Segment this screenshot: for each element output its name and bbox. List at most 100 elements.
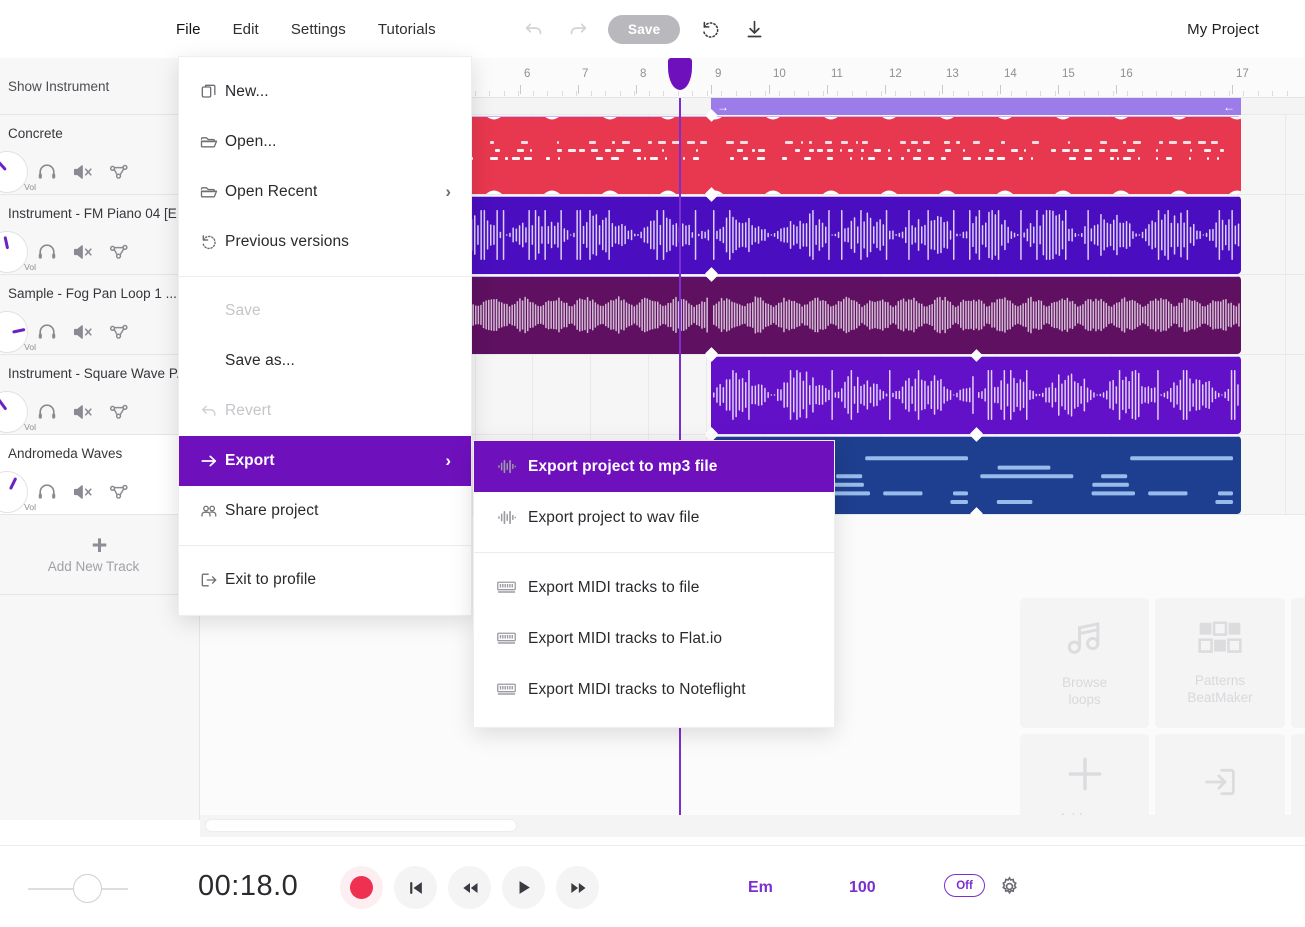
quick-action-add-new-track[interactable]: Add newtrack <box>1020 734 1149 821</box>
export-menu-item-export-project-to-mp3-file[interactable]: Export project to mp3 file <box>474 441 834 492</box>
ruler-tick-minor <box>1229 91 1230 96</box>
file-menu-item-share-project[interactable]: Share project <box>179 486 471 536</box>
ruler-tick-minor <box>1011 91 1012 96</box>
track-header-row[interactable]: Concrete Vol <box>0 115 199 195</box>
key-signature-display[interactable]: Em <box>748 879 773 897</box>
timeline-clip[interactable] <box>711 276 1241 354</box>
file-menu-item-open-recent[interactable]: Open Recent › <box>179 167 471 217</box>
clip-top-highlight <box>711 276 1241 277</box>
fx-chain-icon[interactable] <box>102 315 136 349</box>
export-menu-item-export-midi-tracks-to-noteflight[interactable]: Export MIDI tracks to Noteflight <box>474 664 834 715</box>
fx-chain-icon[interactable] <box>102 395 136 429</box>
file-menu-item-exit-to-profile[interactable]: Exit to profile <box>179 555 471 605</box>
quick-action-play-the-synth[interactable]: Play thesynth <box>1291 598 1305 728</box>
export-submenu[interactable]: Export project to mp3 file Export projec… <box>473 440 835 728</box>
export-menu-item-export-project-to-wav-file[interactable]: Export project to wav file <box>474 492 834 543</box>
mute-icon[interactable] <box>66 395 100 429</box>
quick-action-browse-loops[interactable]: Browseloops <box>1020 598 1149 728</box>
loop-start-arrow[interactable]: → <box>711 101 735 113</box>
track-header-row[interactable]: Instrument - FM Piano 04 [E... Vol <box>0 195 199 275</box>
import-arrow-icon <box>1200 762 1240 807</box>
volume-knob-indicator <box>0 398 7 410</box>
volume-knob[interactable]: Vol <box>0 151 28 193</box>
file-menu-item-save[interactable]: Save <box>179 286 471 336</box>
menubar-item-file[interactable]: File <box>160 0 217 58</box>
mute-icon[interactable] <box>66 235 100 269</box>
save-button[interactable]: Save <box>608 15 680 44</box>
skip-to-start-button[interactable] <box>394 866 437 909</box>
file-menu-item-open[interactable]: Open... <box>179 117 471 167</box>
file-menu[interactable]: New... Open... Open Recent › Previous ve… <box>178 56 472 616</box>
horizontal-scrollbar[interactable] <box>200 815 1305 837</box>
file-menu-item-save-as[interactable]: Save as... <box>179 336 471 386</box>
redo-icon[interactable] <box>564 15 592 43</box>
quick-action-import-file[interactable]: Import file <box>1155 734 1284 821</box>
track-header-row[interactable]: Andromeda Waves Vol <box>0 435 199 515</box>
metronome-toggle[interactable]: Off <box>944 874 985 897</box>
file-menu-item-label: Export <box>225 452 275 470</box>
gear-icon[interactable] <box>998 875 1022 899</box>
ruler-tick-minor <box>1243 91 1244 96</box>
clip-waveform <box>711 196 1241 274</box>
undo-icon[interactable] <box>520 15 548 43</box>
record-button[interactable] <box>340 866 383 909</box>
ruler-tick-minor <box>823 91 824 96</box>
export-menu-item-export-midi-tracks-to-flat-io[interactable]: Export MIDI tracks to Flat.io <box>474 613 834 664</box>
menubar-item-edit[interactable]: Edit <box>217 0 275 58</box>
project-title[interactable]: My Project <box>1187 0 1259 58</box>
ruler-tick-minor <box>707 91 708 96</box>
timeline-clip[interactable] <box>976 356 1241 434</box>
volume-knob[interactable]: Vol <box>0 311 28 353</box>
timeline-clip[interactable] <box>711 116 1241 194</box>
rewind-button[interactable] <box>448 866 491 909</box>
clip-top-highlight <box>711 196 1241 197</box>
ruler-tick-minor <box>1142 91 1143 96</box>
bpm-display[interactable]: 100 <box>849 879 876 897</box>
mute-icon[interactable] <box>66 475 100 509</box>
fx-chain-icon[interactable] <box>102 155 136 189</box>
timecode-display[interactable]: 00:18.0 <box>198 870 298 903</box>
loop-end-arrow[interactable]: ← <box>1217 101 1241 113</box>
menu-separator <box>179 276 471 277</box>
revert-history-icon[interactable] <box>696 15 724 43</box>
menubar-item-settings[interactable]: Settings <box>275 0 362 58</box>
fx-chain-icon[interactable] <box>102 475 136 509</box>
mute-icon[interactable] <box>66 155 100 189</box>
quick-action-patterns-beatmaker[interactable]: PatternsBeatMaker <box>1155 598 1284 728</box>
track-header-row[interactable]: Instrument - Square Wave P... Vol <box>0 355 199 435</box>
volume-knob[interactable]: Vol <box>0 231 28 273</box>
ruler-tick-major <box>1232 85 1233 94</box>
file-menu-item-revert[interactable]: Revert <box>179 386 471 436</box>
revert-icon <box>199 401 225 421</box>
timeline-gridline <box>1285 275 1286 354</box>
volume-knob[interactable]: Vol <box>0 391 28 433</box>
file-menu-item-label: Share project <box>225 502 319 520</box>
clip-waveform <box>976 436 1241 514</box>
ruler-tick-minor <box>620 91 621 96</box>
mute-icon[interactable] <box>66 315 100 349</box>
timeline-clip[interactable] <box>711 356 976 434</box>
volume-label: Vol <box>24 502 36 512</box>
waveform-icon <box>496 456 528 477</box>
fx-chain-icon[interactable] <box>102 235 136 269</box>
add-new-track-button[interactable]: + Add New Track <box>0 515 199 595</box>
export-menu-item-export-midi-tracks-to-file[interactable]: Export MIDI tracks to file <box>474 562 834 613</box>
file-menu-item-previous-versions[interactable]: Previous versions <box>179 217 471 267</box>
plus-icon <box>1063 752 1107 801</box>
timeline-clip[interactable] <box>711 196 1241 274</box>
download-icon[interactable] <box>740 15 768 43</box>
timeline-clip[interactable] <box>976 436 1241 514</box>
volume-knob[interactable]: Vol <box>0 471 28 513</box>
loop-region[interactable]: → ← <box>711 98 1241 115</box>
fast-forward-button[interactable] <box>556 866 599 909</box>
master-volume-handle[interactable] <box>73 874 102 903</box>
ruler-tick-minor <box>663 91 664 96</box>
file-menu-item-export[interactable]: Export › <box>179 436 471 486</box>
scrollbar-thumb[interactable] <box>205 819 517 832</box>
quick-action-invite-a-friend[interactable]: Invite afriend <box>1291 734 1305 821</box>
show-instrument-header[interactable]: Show Instrument <box>0 58 199 115</box>
track-header-row[interactable]: Sample - Fog Pan Loop 1 ... Vol <box>0 275 199 355</box>
file-menu-item-new[interactable]: New... <box>179 67 471 117</box>
menubar-item-tutorials[interactable]: Tutorials <box>362 0 452 58</box>
play-button[interactable] <box>502 866 545 909</box>
